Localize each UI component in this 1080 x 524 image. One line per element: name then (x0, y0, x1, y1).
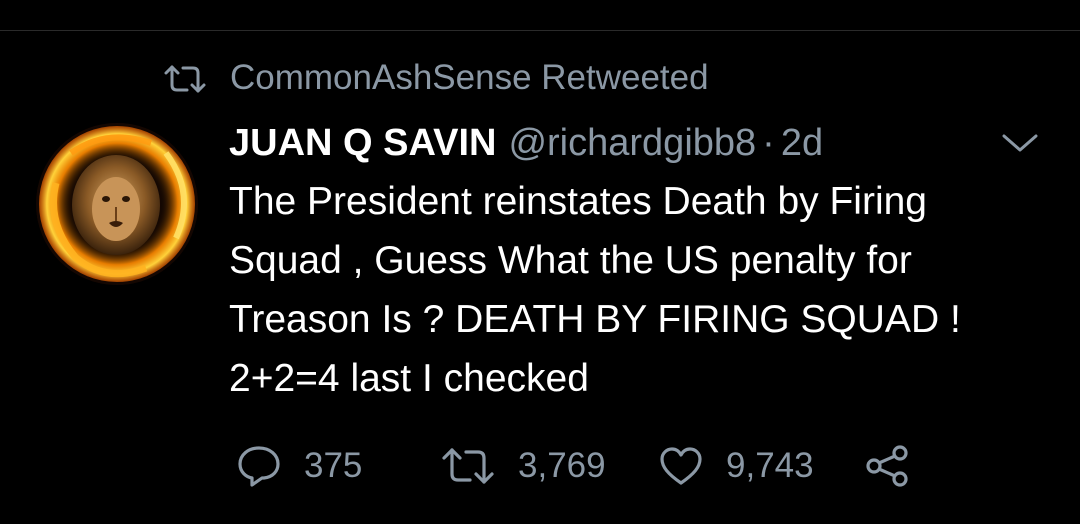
tweet-text-line: 2+2=4 last I checked (229, 357, 589, 400)
user-handle[interactable]: @richardgibb8 (508, 122, 756, 165)
retweet-context[interactable]: CommonAshSense Retweeted (162, 56, 709, 100)
retweet-button[interactable]: 3,769 (440, 440, 606, 492)
heart-icon (658, 445, 704, 487)
retweet-count: 3,769 (518, 446, 606, 485)
display-name[interactable]: JUAN Q SAVIN (229, 122, 496, 165)
tweet-text-line: Squad , Guess What the US penalty for (229, 239, 912, 282)
like-count: 9,743 (726, 446, 814, 485)
reply-button[interactable]: 375 (236, 440, 362, 492)
reply-icon (236, 444, 282, 488)
retweet-context-label: CommonAshSense Retweeted (230, 58, 709, 97)
top-divider (0, 30, 1080, 31)
separator-dot: · (762, 121, 775, 164)
chevron-down-icon[interactable] (998, 128, 1042, 158)
retweet-icon (440, 446, 496, 486)
tweet-text-line: Treason Is ? DEATH BY FIRING SQUAD ! (229, 298, 961, 341)
share-icon (864, 444, 910, 488)
tweet-text: The President reinstates Death by Firing… (229, 172, 1049, 408)
timestamp[interactable]: 2d (781, 122, 823, 165)
reply-count: 375 (304, 446, 363, 485)
retweet-icon (162, 63, 208, 93)
share-button[interactable] (864, 440, 910, 492)
action-bar: 375 3,769 9,743 (236, 440, 936, 492)
avatar[interactable] (36, 123, 198, 285)
like-button[interactable]: 9,743 (658, 440, 814, 492)
tweet-header: JUAN Q SAVIN @richardgibb8 · 2d (229, 118, 823, 168)
tweet-text-line: The President reinstates Death by Firing (229, 180, 928, 223)
